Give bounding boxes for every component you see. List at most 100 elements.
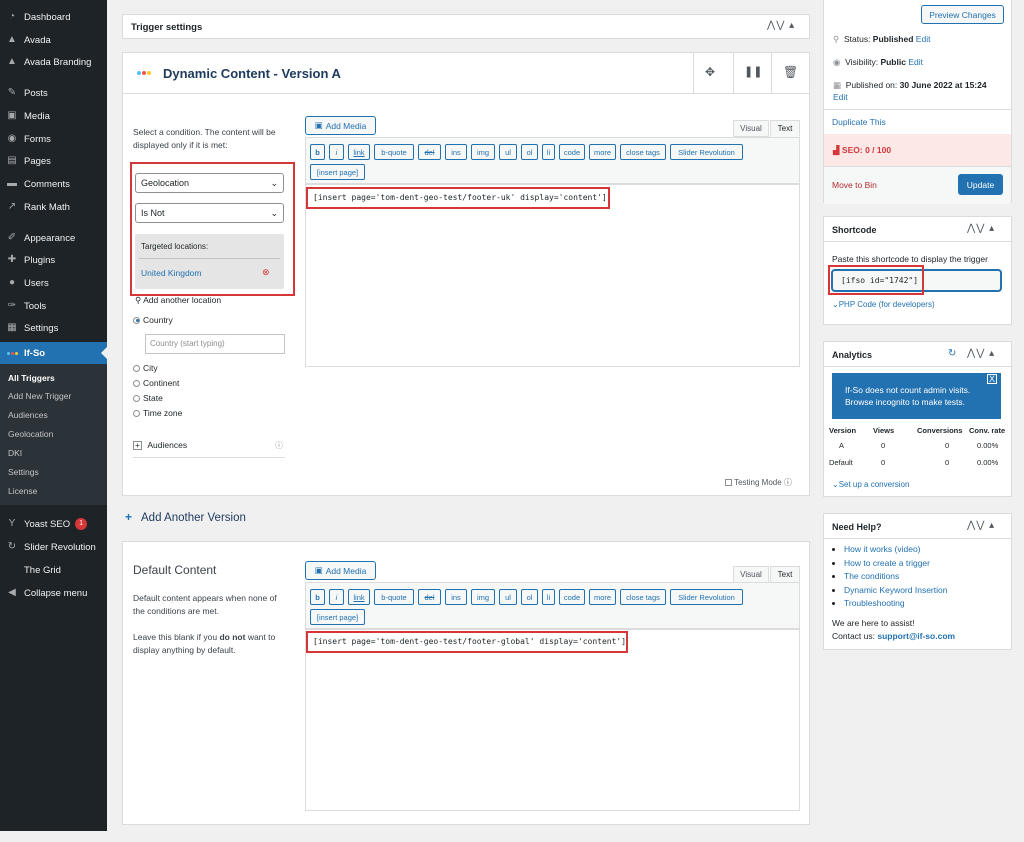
sidebar-item-forms[interactable]: ◉ Forms [0,128,107,150]
edit-date-link[interactable]: Edit [833,92,848,102]
qt-bold[interactable]: b [310,589,325,605]
seo-score-bar[interactable]: ▟ SEO: 0 / 100 [824,134,1011,166]
sidebar-item-dashboard[interactable]: ◔ Dashboard [0,6,107,28]
submenu-geolocation[interactable]: Geolocation [8,429,53,439]
qt-close-tags[interactable]: close tags [620,589,666,605]
submenu-audiences[interactable]: Audiences [8,410,48,420]
sidebar-item-settings[interactable]: ▦ Settings [0,317,107,339]
collapse-menu-button[interactable]: ◀ Collapse menu [0,582,107,604]
radio-continent[interactable]: Continent [133,378,179,388]
qt-bquote[interactable]: b-quote [374,589,414,605]
content-editor[interactable]: [insert page='tom-dent-geo-test/footer-u… [305,184,800,367]
qt-ins[interactable]: ins [445,144,467,160]
radio-time-zone[interactable]: Time zone [133,408,182,418]
qt-italic[interactable]: i [329,589,344,605]
edit-visibility-link[interactable]: Edit [908,57,923,67]
qt-code[interactable]: code [559,589,585,605]
qt-ol[interactable]: ol [521,589,538,605]
qt-close-tags[interactable]: close tags [620,144,666,160]
help-icon[interactable]: ⓘ [275,440,283,451]
panel-order-controls[interactable]: ⋀⋁ ▴ [967,348,995,359]
tab-visual[interactable]: Visual [733,120,769,137]
panel-order-controls[interactable]: ⋀⋁ ▴ [967,520,995,531]
qt-bquote[interactable]: b-quote [374,144,414,160]
tab-text[interactable]: Text [770,120,800,137]
submenu-add-new-trigger[interactable]: Add New Trigger [8,391,71,401]
submenu-all-triggers[interactable]: All Triggers [8,373,55,383]
qt-slider-revolution[interactable]: Slider Revolution [670,144,743,160]
content-editor[interactable]: [insert page='tom-dent-geo-test/footer-g… [305,629,800,811]
submenu-license[interactable]: License [8,486,37,496]
panel-order-controls[interactable]: ⋀⋁ ▴ [767,20,795,31]
sidebar-item-ifso[interactable]: If-So [0,342,107,364]
php-code-link[interactable]: ⌄PHP Code (for developers) [832,300,935,309]
qt-bold[interactable]: b [310,144,325,160]
add-media-button[interactable]: ▣ Add Media [305,116,376,135]
qt-code[interactable]: code [559,144,585,160]
qt-insert-page[interactable]: [insert page] [310,164,365,180]
qt-link[interactable]: link [348,144,370,160]
qt-ins[interactable]: ins [445,589,467,605]
panel-order-controls[interactable]: ⋀⋁ ▴ [967,223,995,234]
support-email-link[interactable]: support@if-so.com [877,631,955,641]
add-media-button[interactable]: ▣ Add Media [305,561,376,580]
add-version-button[interactable]: + Add Another Version [125,510,246,524]
sidebar-item-media[interactable]: ▣ Media [0,105,107,127]
sidebar-item-appearance[interactable]: ✐ Appearance [0,227,107,249]
qt-img[interactable]: img [471,589,495,605]
refresh-icon[interactable]: ↻ [948,348,956,359]
tab-text[interactable]: Text [770,566,800,583]
close-icon[interactable]: X [986,374,997,384]
sidebar-item-rank-math[interactable]: ↗ Rank Math [0,196,107,218]
sidebar-item-posts[interactable]: ✎ Posts [0,82,107,104]
submenu-settings[interactable]: Settings [8,467,39,477]
checkbox[interactable] [725,479,732,487]
add-location-link[interactable]: ⚲ Add another location [135,295,221,306]
qt-ul[interactable]: ul [499,144,517,160]
edit-status-link[interactable]: Edit [916,34,931,44]
list-item[interactable]: Troubleshooting [844,597,947,611]
qt-del[interactable]: del [418,144,441,160]
sidebar-item-tools[interactable]: ✑ Tools [0,295,107,317]
setup-conversion-link[interactable]: ⌄Set up a conversion [832,480,909,489]
sidebar-item-yoast[interactable]: Y Yoast SEO 1 [0,513,107,535]
qt-ol[interactable]: ol [521,144,538,160]
sidebar-item-comments[interactable]: ▬ Comments [0,173,107,195]
list-item[interactable]: The conditions [844,570,947,584]
submenu-dki[interactable]: DKI [8,448,22,458]
sidebar-item-slider-revolution[interactable]: ↻ Slider Revolution [0,536,107,558]
qt-li[interactable]: li [542,589,555,605]
list-item[interactable]: Dynamic Keyword Insertion [844,584,947,598]
tab-visual[interactable]: Visual [733,566,769,583]
pause-icon[interactable]: ❚❚ [744,65,762,78]
qt-slider-revolution[interactable]: Slider Revolution [670,589,743,605]
qt-li[interactable]: li [542,144,555,160]
audiences-toggle[interactable]: + Audiences ⓘ [133,440,285,458]
update-button[interactable]: Update [958,174,1003,195]
qt-img[interactable]: img [471,144,495,160]
radio-state[interactable]: State [133,393,163,403]
list-item[interactable]: How to create a trigger [844,557,947,571]
duplicate-link[interactable]: Duplicate This [832,117,886,127]
sidebar-item-pages[interactable]: ▤ Pages [0,150,107,172]
qt-link[interactable]: link [348,589,370,605]
radio-country[interactable]: Country [133,315,173,325]
move-to-bin-link[interactable]: Move to Bin [832,180,877,190]
sidebar-item-avada-branding[interactable]: ▲ Avada Branding [0,51,107,73]
qt-del[interactable]: del [418,589,441,605]
list-item[interactable]: How it works (video) [844,543,947,557]
qt-more[interactable]: more [589,144,616,160]
country-input[interactable]: Country (start typing) [145,334,285,354]
qt-ul[interactable]: ul [499,589,517,605]
trash-icon[interactable]: 🗑 [783,65,798,79]
testing-mode-toggle[interactable]: Testing Mode ⓘ [725,477,792,488]
move-icon[interactable]: ✥ [705,65,715,79]
sidebar-item-plugins[interactable]: ✚ Plugins [0,249,107,271]
qt-italic[interactable]: i [329,144,344,160]
sidebar-item-the-grid[interactable]: The Grid [0,559,107,581]
radio-city[interactable]: City [133,363,158,373]
qt-more[interactable]: more [589,589,616,605]
preview-changes-button[interactable]: Preview Changes [921,5,1004,24]
qt-insert-page[interactable]: [insert page] [310,609,365,625]
help-icon[interactable]: ⓘ [784,478,792,487]
